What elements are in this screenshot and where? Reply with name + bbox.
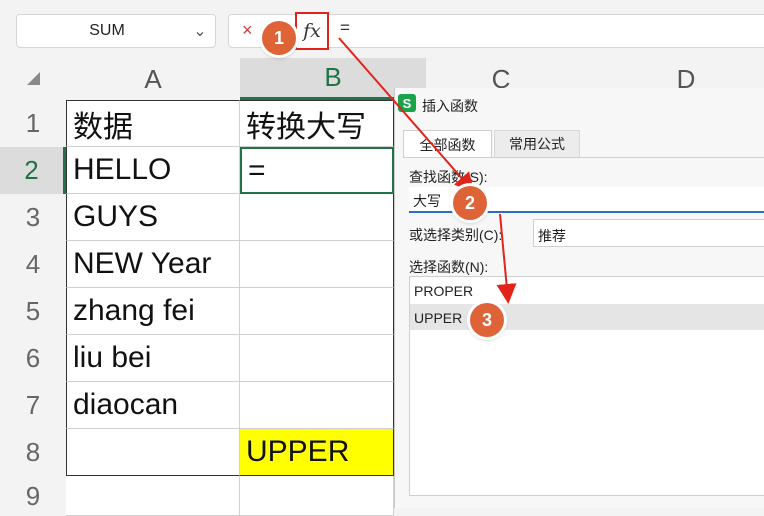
callout-badge-2: 2 [453, 186, 487, 220]
annotation-arrows [338, 37, 517, 304]
arrow-1-to-2 [338, 37, 475, 194]
callout-badge-3: 3 [470, 303, 504, 337]
arrow-2-to-3 [496, 213, 517, 304]
callout-badge-1: 1 [262, 21, 296, 55]
